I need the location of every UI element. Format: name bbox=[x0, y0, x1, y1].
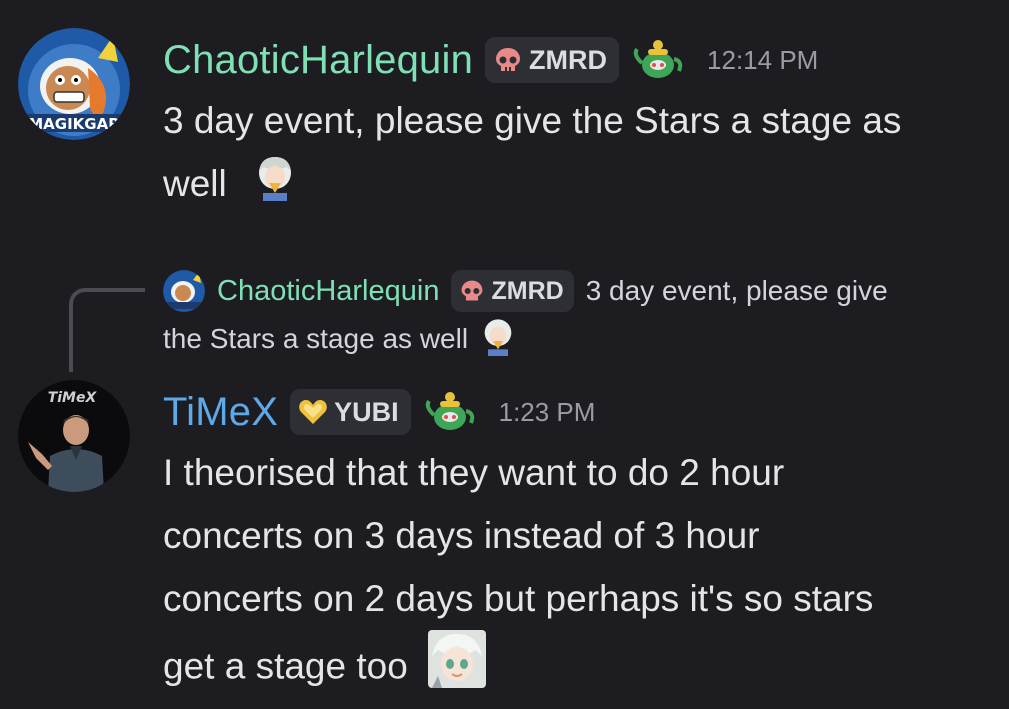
heart-icon bbox=[299, 400, 327, 424]
skull-icon bbox=[462, 280, 483, 301]
teapot-icon bbox=[425, 387, 475, 438]
message-line: well bbox=[163, 152, 901, 220]
message-line: I theorised that they want to do 2 hour bbox=[163, 452, 785, 493]
message-line: get a stage too bbox=[163, 630, 873, 707]
server-tag[interactable]: ZMRD bbox=[485, 37, 620, 83]
message-line: concerts on 3 days instead of 3 hour bbox=[163, 515, 760, 556]
reply-text: the Stars a stage as well bbox=[163, 323, 469, 354]
username[interactable]: ChaoticHarlequin bbox=[163, 38, 473, 83]
message-header: ChaoticHarlequin ZMRD 12:14 PM bbox=[163, 36, 818, 84]
reply-preview[interactable]: ChaoticHarlequin ZMRD 3 day event, pleas… bbox=[163, 268, 888, 364]
avatar-text: MAGIKGAR bbox=[28, 115, 120, 133]
custom-emoji-icon bbox=[478, 316, 518, 363]
custom-emoji-icon[interactable] bbox=[428, 630, 487, 707]
username[interactable]: TiMeX bbox=[163, 390, 278, 435]
message-line-text: well bbox=[163, 163, 227, 204]
chat-view: MAGIKGAR ChaoticHarlequin ZMRD 12:14 PM … bbox=[0, 0, 1009, 709]
timestamp[interactable]: 12:14 PM bbox=[707, 45, 818, 76]
message-content: 3 day event, please give the Stars a sta… bbox=[163, 89, 901, 220]
reply-connector bbox=[69, 288, 145, 372]
message-line: concerts on 2 days but perhaps it's so s… bbox=[163, 578, 874, 619]
tag-label: YUBI bbox=[334, 396, 399, 427]
teapot-icon bbox=[633, 35, 683, 86]
reply-text: 3 day event, please give bbox=[585, 275, 888, 306]
reply-server-tag: ZMRD bbox=[451, 270, 574, 312]
message-header: TiMeX YUBI 1:23 PM bbox=[163, 388, 595, 436]
skull-icon bbox=[496, 48, 521, 71]
tag-label: ZMRD bbox=[529, 44, 608, 75]
reply-username[interactable]: ChaoticHarlequin bbox=[217, 275, 439, 308]
avatar[interactable]: TiMeX bbox=[18, 380, 130, 492]
avatar-text: TiMeX bbox=[48, 390, 98, 406]
reply-tag-label: ZMRD bbox=[491, 276, 564, 305]
timestamp[interactable]: 1:23 PM bbox=[499, 397, 596, 428]
message-line: 3 day event, please give the Stars a sta… bbox=[163, 100, 902, 141]
message-content: I theorised that they want to do 2 hour … bbox=[163, 441, 873, 707]
avatar[interactable]: MAGIKGAR bbox=[18, 28, 130, 140]
custom-emoji-icon[interactable] bbox=[251, 153, 299, 220]
message-line-text: get a stage too bbox=[163, 645, 408, 687]
reply-avatar bbox=[163, 270, 205, 312]
server-tag[interactable]: YUBI bbox=[290, 389, 411, 435]
